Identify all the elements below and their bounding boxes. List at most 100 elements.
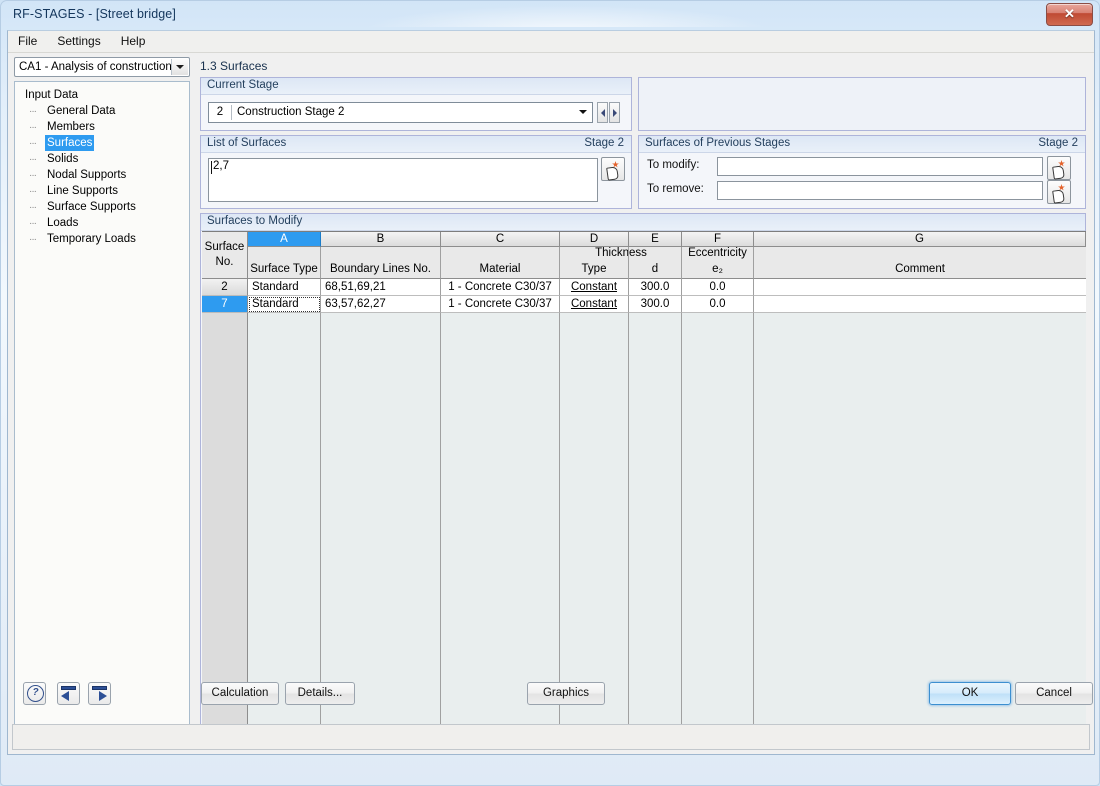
tree-item-label: Line Supports — [47, 185, 118, 197]
tree-item-general-data[interactable]: ··· General Data — [15, 103, 189, 119]
column-divider — [559, 313, 560, 736]
current-stage-group-title: Current Stage — [207, 79, 279, 91]
cell-comment[interactable] — [754, 279, 1086, 296]
list-of-surfaces-stage-label: Stage 2 — [584, 137, 624, 149]
help-button[interactable]: ? — [23, 682, 46, 705]
surfaces-table[interactable]: Surface No. A B C D E F G Surface Type B… — [202, 231, 1086, 736]
tree-item-loads[interactable]: ··· Loads — [15, 215, 189, 231]
cell-comment[interactable] — [754, 296, 1086, 313]
header-line2: Comment — [895, 263, 945, 275]
column-divider — [681, 313, 682, 736]
tree-branch-icon: ··· — [29, 154, 37, 165]
pick-surfaces-button[interactable] — [601, 157, 625, 181]
status-bar — [12, 724, 1090, 750]
row-header[interactable]: 2 — [202, 279, 248, 296]
tree-branch-icon: ··· — [29, 122, 37, 133]
window-title: RF-STAGES - [Street bridge] — [13, 7, 176, 21]
previous-stage-button[interactable] — [597, 102, 608, 123]
table-empty-area[interactable] — [202, 313, 1086, 736]
list-of-surfaces-group-title: List of Surfaces — [207, 137, 287, 149]
empty-row-header-column — [202, 313, 248, 736]
current-stage-combo[interactable]: 2 Construction Stage 2 — [208, 102, 593, 123]
previous-page-button[interactable] — [57, 682, 80, 705]
tree-item-line-supports[interactable]: ··· Line Supports — [15, 183, 189, 199]
header-line2: Type — [581, 263, 607, 275]
tree-branch-icon: ··· — [29, 202, 37, 213]
tree-item-members[interactable]: ··· Members — [15, 119, 189, 135]
current-stage-number: 2 — [216, 106, 224, 118]
column-header-b[interactable]: B — [321, 232, 441, 247]
table-header-material: Material — [441, 247, 560, 279]
load-case-combo-arrow[interactable] — [171, 59, 188, 75]
to-modify-input[interactable] — [717, 157, 1043, 176]
tree-item-input-data[interactable]: Input Data — [15, 87, 189, 103]
cell-material[interactable]: 1 - Concrete C30/37 — [441, 279, 560, 296]
column-letter: A — [280, 233, 288, 245]
tree-item-label: General Data — [47, 105, 116, 117]
surfaces-of-previous-stages-group: Surfaces of Previous Stages Stage 2 To m… — [638, 135, 1086, 209]
tree-item-label: Members — [47, 121, 95, 133]
chevron-down-icon — [176, 65, 184, 69]
table-row[interactable]: 2 Standard 68,51,69,21 1 - Concrete C30/… — [202, 279, 1086, 296]
graphics-button[interactable]: Graphics — [527, 682, 605, 705]
cell-surface-type[interactable]: Standard — [248, 279, 321, 296]
cell-thickness-d[interactable]: 300.0 — [629, 279, 682, 296]
menu-item-help[interactable]: Help — [111, 31, 156, 51]
question-mark-icon: ? — [27, 685, 44, 702]
cell-thickness-type[interactable]: Constant — [560, 279, 629, 296]
tree-item-temporary-loads[interactable]: ··· Temporary Loads — [15, 231, 189, 247]
tree-item-surfaces[interactable]: ··· Surfaces — [15, 135, 189, 151]
pick-to-remove-button[interactable] — [1047, 180, 1071, 204]
mouse-cursor-icon — [606, 166, 619, 181]
tree-branch-icon: ··· — [29, 138, 37, 149]
next-stage-button[interactable] — [609, 102, 620, 123]
cell-eccentricity[interactable]: 0.0 — [682, 296, 754, 313]
row-header[interactable]: 7 — [202, 296, 248, 313]
details-button[interactable]: Details... — [285, 682, 355, 705]
close-button[interactable]: ✕ — [1046, 3, 1093, 26]
column-header-d[interactable]: D — [560, 232, 629, 247]
column-header-f[interactable]: F — [682, 232, 754, 247]
column-divider — [320, 313, 321, 736]
button-bar: ? Calculation Details... Graphics OK Can… — [8, 682, 1094, 718]
table-corner-header: Surface No. — [202, 232, 248, 279]
column-header-g[interactable]: G — [754, 232, 1086, 247]
navigator-tree[interactable]: Input Data ··· General Data ··· Members ··… — [14, 81, 190, 743]
menu-item-file[interactable]: File — [8, 31, 47, 51]
application-window: RF-STAGES - [Street bridge] ✕ File Setti… — [0, 0, 1100, 786]
cell-boundary-lines[interactable]: 68,51,69,21 — [321, 279, 441, 296]
combo-separator — [231, 105, 232, 120]
chevron-down-icon — [579, 110, 587, 114]
tree-item-solids[interactable]: ··· Solids — [15, 151, 189, 167]
column-header-a[interactable]: A — [248, 232, 321, 247]
tree-item-nodal-supports[interactable]: ··· Nodal Supports — [15, 167, 189, 183]
mouse-cursor-icon — [1052, 189, 1065, 204]
column-letter: F — [713, 233, 722, 245]
tree-item-label: Solids — [47, 153, 79, 165]
column-header-c[interactable]: C — [441, 232, 560, 247]
to-remove-input[interactable] — [717, 181, 1043, 200]
cell-material[interactable]: 1 - Concrete C30/37 — [441, 296, 560, 313]
list-of-surfaces-input[interactable]: 2,7 — [208, 158, 598, 202]
tree-item-surface-supports[interactable]: ··· Surface Supports — [15, 199, 189, 215]
cell-boundary-lines[interactable]: 63,57,62,27 — [321, 296, 441, 313]
header-line2: e₂ — [712, 263, 723, 275]
table-row[interactable]: 7 Standard 63,57,62,27 1 - Concrete C30/… — [202, 296, 1086, 313]
cell-eccentricity[interactable]: 0.0 — [682, 279, 754, 296]
cancel-button[interactable]: Cancel — [1015, 682, 1093, 705]
menu-item-settings[interactable]: Settings — [47, 31, 110, 51]
load-case-combo[interactable]: CA1 - Analysis of construction st — [14, 57, 190, 77]
tree-item-label: Temporary Loads — [47, 233, 136, 245]
calculation-button[interactable]: Calculation — [201, 682, 279, 705]
title-bar: RF-STAGES - [Street bridge] ✕ — [1, 1, 1100, 30]
cell-thickness-d[interactable]: 300.0 — [629, 296, 682, 313]
cell-thickness-type[interactable]: Constant — [560, 296, 629, 313]
pick-to-modify-button[interactable] — [1047, 156, 1071, 180]
ok-button[interactable]: OK — [929, 682, 1011, 705]
menu-bar: File Settings Help — [8, 31, 1094, 53]
column-header-e[interactable]: E — [629, 232, 682, 247]
column-letter: B — [376, 233, 385, 245]
next-page-button[interactable] — [88, 682, 111, 705]
current-stage-combo-arrow[interactable] — [574, 103, 592, 122]
cell-surface-type[interactable]: Standard — [248, 296, 321, 313]
